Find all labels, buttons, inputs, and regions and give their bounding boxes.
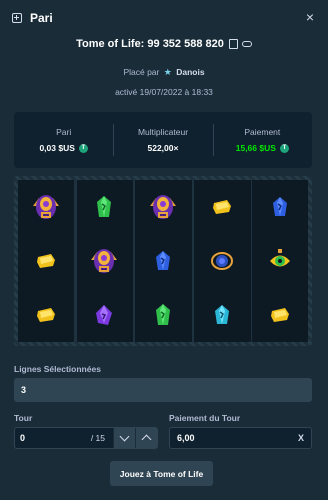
reel-column xyxy=(18,180,74,342)
stat-bet: Pari 0,03 $US xyxy=(14,112,113,168)
stat-multiplier: Multiplicateur 522,00× xyxy=(113,112,212,168)
purple-gem-symbol xyxy=(77,288,133,342)
slot-reels xyxy=(18,180,308,342)
yellow-gem-symbol xyxy=(18,234,74,288)
stat-value: 0,03 $US xyxy=(39,143,88,153)
lines-value: 3 xyxy=(21,385,27,395)
scarab-symbol xyxy=(194,234,250,288)
chevron-down-icon xyxy=(119,431,130,442)
vip-star-icon: ★ xyxy=(163,67,172,77)
tether-coin-icon xyxy=(78,143,88,153)
tour-payout-field: 6,00 X xyxy=(169,427,312,449)
stat-label: Multiplicateur xyxy=(137,127,189,137)
green-gem-symbol xyxy=(135,288,191,342)
pharaoh-symbol xyxy=(77,234,133,288)
reel-column xyxy=(252,180,308,342)
blue-gem-symbol xyxy=(135,234,191,288)
stat-value: 522,00× xyxy=(148,143,179,153)
play-game-button[interactable]: Jouez à Tome of Life xyxy=(110,461,213,486)
bet-icon xyxy=(12,13,22,23)
green-gem-symbol xyxy=(77,180,133,234)
lines-select[interactable]: 3 xyxy=(14,378,312,402)
slot-reels-frame xyxy=(14,176,312,346)
pharaoh-symbol xyxy=(18,180,74,234)
reel-column xyxy=(135,180,191,342)
bet-stats: Pari 0,03 $US Multiplicateur 522,00× Pai… xyxy=(14,112,312,168)
modal-title: Pari xyxy=(30,11,53,25)
tour-next-button[interactable] xyxy=(135,428,157,448)
bet-id-title: Tome of Life: 99 352 588 820 xyxy=(0,38,328,50)
stat-value: 15,66 $US xyxy=(236,143,289,153)
tour-prev-button[interactable] xyxy=(113,428,135,448)
placed-by-label: Placé par xyxy=(123,67,160,77)
tour-payout-label: Paiement du Tour xyxy=(169,413,241,423)
cyan-gem-symbol xyxy=(194,288,250,342)
placed-by: Placé par ★ Danois xyxy=(0,67,328,78)
user-link[interactable]: Danois xyxy=(176,67,204,77)
eye-symbol xyxy=(252,234,308,288)
lines-label: Lignes Sélectionnées xyxy=(14,364,101,374)
modal-header: Pari × xyxy=(0,0,328,36)
stat-value-text: 15,66 $US xyxy=(235,143,276,153)
tour-payout-value: 6,00 xyxy=(177,433,195,443)
stat-label: Pari xyxy=(56,127,72,137)
stat-value-text: 522,00× xyxy=(147,143,179,153)
blue-gem-symbol xyxy=(252,180,308,234)
yellow-gem-symbol xyxy=(18,288,74,342)
copy-icon[interactable] xyxy=(228,39,238,49)
stat-value-text: 0,03 $US xyxy=(39,143,75,153)
tour-total: / 15 xyxy=(90,433,105,443)
reel-column xyxy=(193,180,250,342)
bet-id-text: Tome of Life: 99 352 588 820 xyxy=(76,38,224,50)
activated-date: activé 19/07/2022 à 18:33 xyxy=(115,87,213,97)
close-icon[interactable]: × xyxy=(306,10,314,24)
tour-stepper: 0 / 15 xyxy=(14,427,158,449)
yellow-gem-symbol xyxy=(252,288,308,342)
tour-label: Tour xyxy=(14,413,33,423)
yellow-gem-symbol xyxy=(194,180,250,234)
link-icon[interactable] xyxy=(241,41,252,47)
reel-column xyxy=(76,180,133,342)
stat-payout: Paiement 15,66 $US xyxy=(212,112,312,168)
stat-label: Paiement xyxy=(244,127,281,137)
pharaoh-symbol xyxy=(135,180,191,234)
tour-input[interactable]: 0 xyxy=(15,433,91,443)
chevron-up-icon xyxy=(141,434,152,445)
tether-coin-icon xyxy=(279,143,289,153)
clear-icon[interactable]: X xyxy=(298,433,304,443)
